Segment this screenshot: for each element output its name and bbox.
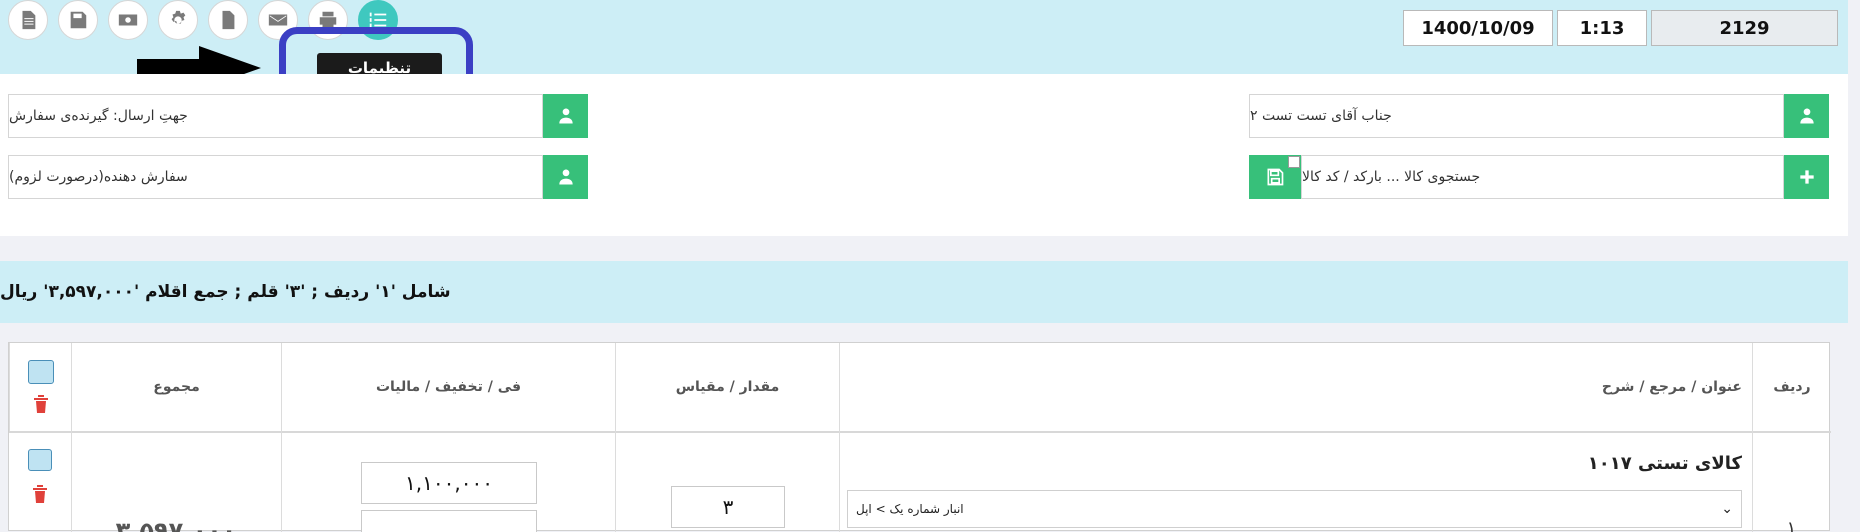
plus-icon bbox=[1799, 170, 1814, 184]
select-all-checkbox[interactable] bbox=[27, 360, 54, 384]
add-product-button[interactable] bbox=[1784, 155, 1829, 199]
product-title: کالای تستی ۱۰۱۷ bbox=[1587, 453, 1742, 474]
select-customer-button[interactable] bbox=[1784, 94, 1829, 138]
header-row-number: ردیف bbox=[1752, 343, 1831, 431]
select-orderer-button[interactable] bbox=[543, 155, 588, 199]
orderer-field[interactable]: سفارش دهنده(درصورت لزوم) bbox=[8, 155, 543, 199]
time-display: 1:13 bbox=[1557, 10, 1647, 46]
discount-input[interactable] bbox=[361, 510, 537, 532]
select-shipping-button[interactable] bbox=[543, 94, 588, 138]
new-document-button[interactable] bbox=[8, 0, 48, 40]
warehouse-select[interactable]: ⌄ انبار شماره یک > اپل bbox=[847, 490, 1742, 528]
invoice-number-display: 2129 bbox=[1651, 10, 1838, 46]
col-sep bbox=[1752, 431, 1753, 532]
header-price: فی / تخفیف / مالیات bbox=[281, 343, 615, 431]
row-checkbox[interactable] bbox=[28, 449, 52, 471]
user-icon bbox=[1799, 108, 1814, 124]
orderer-text: سفارش دهنده(درصورت لزوم) bbox=[9, 169, 188, 185]
customer-field[interactable]: جناب آقای تست تست ۲ bbox=[1249, 94, 1784, 138]
save-icon bbox=[1267, 168, 1284, 186]
trash-icon bbox=[33, 485, 47, 503]
col-sep bbox=[839, 431, 840, 532]
file-icon bbox=[222, 10, 235, 30]
header-total: مجموع bbox=[71, 343, 281, 431]
settings-button[interactable] bbox=[158, 0, 198, 40]
product-search-input[interactable]: جستجوی کالا ... بارکد / کد کالا bbox=[1301, 155, 1784, 199]
trash-icon bbox=[33, 395, 48, 413]
quantity-input[interactable]: ۳ bbox=[671, 486, 785, 528]
save-icon bbox=[70, 11, 87, 29]
money-icon bbox=[118, 14, 138, 26]
order-summary-text: شامل '۱' ردیف ; '۳' قلم ; جمع اقلام '۳,۵… bbox=[0, 282, 451, 302]
header-title: عنوان / مرجع / شرح bbox=[839, 343, 1752, 431]
chevron-down-icon: ⌄ bbox=[1721, 501, 1733, 517]
order-summary-bar: شامل '۱' ردیف ; '۳' قلم ; جمع اقلام '۳,۵… bbox=[0, 261, 1848, 323]
delete-all-button[interactable] bbox=[32, 394, 50, 414]
product-search-placeholder: جستجوی کالا ... بارکد / کد کالا bbox=[1302, 169, 1481, 185]
product-checkbox[interactable] bbox=[1288, 156, 1300, 168]
cash-button[interactable] bbox=[108, 0, 148, 40]
col-sep bbox=[615, 431, 616, 532]
user-icon bbox=[558, 108, 573, 124]
delete-row-button[interactable] bbox=[31, 484, 49, 504]
shipping-field[interactable]: جهتِ ارسال: گیرنده‌ی سفارش bbox=[8, 94, 543, 138]
row-number: ۱ bbox=[1786, 518, 1797, 532]
file-button[interactable] bbox=[208, 0, 248, 40]
row-total: ۳,۵۹۷,۰۰۰ bbox=[115, 517, 237, 532]
gear-icon bbox=[171, 10, 186, 24]
col-sep bbox=[281, 431, 282, 532]
shipping-text: جهتِ ارسال: گیرنده‌ی سفارش bbox=[9, 108, 188, 124]
header-actions bbox=[9, 343, 71, 431]
user-icon bbox=[558, 169, 573, 185]
date-display: 1400/10/09 bbox=[1403, 10, 1553, 46]
order-items-table: ردیف عنوان / مرجع / شرح مقدار / مقیاس فی… bbox=[8, 342, 1831, 532]
save-button[interactable] bbox=[58, 0, 98, 40]
warehouse-value: انبار شماره یک > اپل bbox=[856, 502, 964, 516]
header-quantity: مقدار / مقیاس bbox=[615, 343, 839, 431]
customer-name: جناب آقای تست تست ۲ bbox=[1250, 108, 1392, 124]
header-divider bbox=[9, 431, 1831, 433]
unit-price-input[interactable]: ۱,۱۰۰,۰۰۰ bbox=[361, 462, 537, 504]
envelope-icon bbox=[268, 14, 288, 26]
document-icon bbox=[22, 10, 36, 30]
